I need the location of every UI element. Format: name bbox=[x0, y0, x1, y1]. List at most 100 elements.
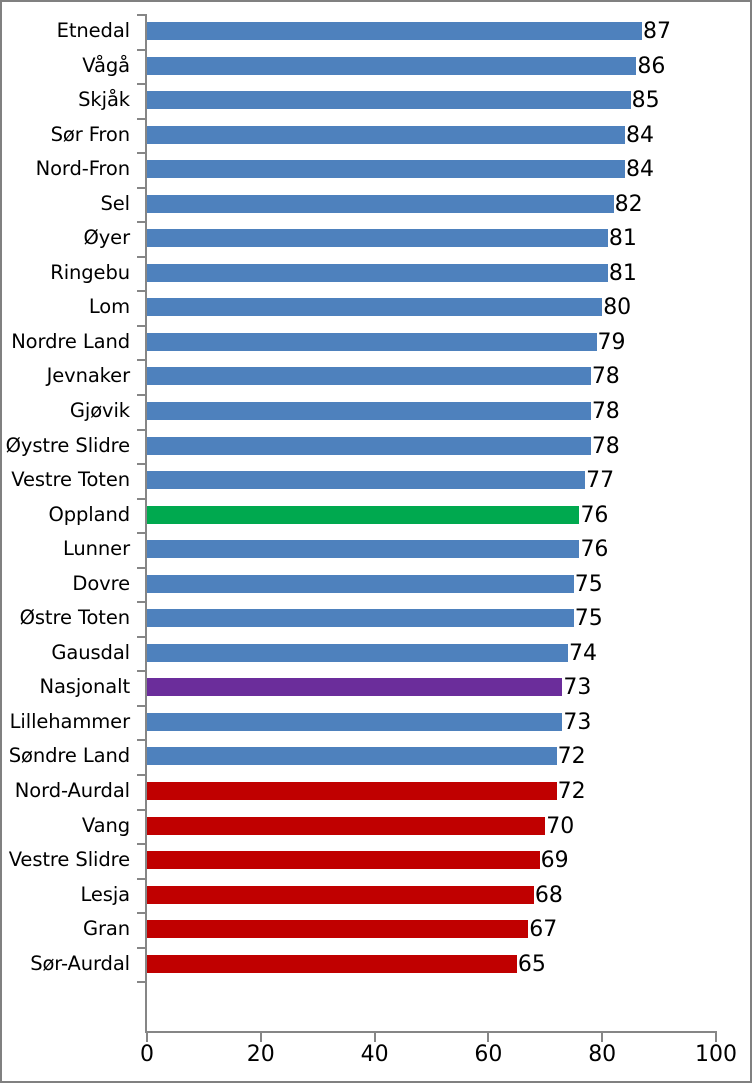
bar[interactable] bbox=[147, 160, 625, 179]
category-label: Vestre Toten bbox=[11, 468, 130, 492]
bar[interactable] bbox=[147, 816, 546, 835]
bar-fill bbox=[147, 885, 534, 904]
category-label: Nasjonalt bbox=[39, 675, 130, 699]
bar-value-label: 76 bbox=[580, 502, 609, 528]
value-axis-labels: 0 20 40 60 80 100 bbox=[2, 1042, 750, 1076]
bar-value-label: 78 bbox=[591, 433, 620, 459]
category-tick bbox=[137, 704, 145, 707]
bar[interactable] bbox=[147, 920, 529, 939]
bar-fill bbox=[147, 402, 591, 421]
bar-value-label: 75 bbox=[574, 606, 603, 632]
bar-fill bbox=[147, 782, 557, 801]
bar-row: Søndre Land 72 bbox=[2, 739, 750, 774]
category-tick bbox=[137, 428, 145, 431]
bar[interactable] bbox=[147, 263, 608, 282]
bar-value-label: 73 bbox=[563, 709, 592, 735]
category-label: Sør Fron bbox=[50, 122, 131, 146]
bar-value-label: 81 bbox=[608, 260, 637, 286]
category-tick bbox=[137, 946, 145, 949]
category-tick bbox=[137, 394, 145, 397]
bar-fill bbox=[147, 471, 586, 490]
bar[interactable] bbox=[147, 782, 557, 801]
bar-fill bbox=[147, 229, 608, 248]
bar[interactable] bbox=[147, 125, 625, 144]
bar-value-label: 85 bbox=[631, 88, 660, 114]
value-axis-tick bbox=[146, 1033, 148, 1042]
bar-row: Oppland 76 bbox=[2, 497, 750, 533]
category-label: Nord-Aurdal bbox=[14, 779, 130, 803]
bar-value-label: 75 bbox=[574, 571, 603, 597]
bar-row: Gran 67 bbox=[2, 912, 750, 947]
bar[interactable] bbox=[147, 402, 591, 421]
bar-fill bbox=[147, 747, 557, 766]
category-tick bbox=[137, 152, 145, 155]
bar[interactable] bbox=[147, 609, 574, 628]
bar[interactable] bbox=[147, 851, 540, 870]
value-axis-tick bbox=[487, 1033, 490, 1042]
bar-row: Sør Fron 84 bbox=[2, 117, 750, 153]
category-tick bbox=[137, 566, 145, 569]
bar-fill bbox=[147, 609, 574, 628]
category-label: Østre Toten bbox=[19, 606, 130, 630]
category-label: Søndre Land bbox=[8, 744, 130, 768]
bar-row: Jevnaker 78 bbox=[2, 359, 750, 394]
bar-value-label: 67 bbox=[529, 917, 558, 943]
category-tick bbox=[137, 83, 145, 86]
value-axis-tick-label: 40 bbox=[360, 1042, 389, 1067]
bar[interactable] bbox=[147, 298, 603, 317]
category-label: Jevnaker bbox=[46, 364, 131, 388]
bar-fill bbox=[147, 643, 569, 662]
plot-area: Etnedal 87 Vågå 86 Skjåk 85 Sør Fron 84 Nord-Fro… bbox=[2, 2, 750, 1081]
bar[interactable] bbox=[147, 56, 637, 75]
bar[interactable] bbox=[147, 712, 563, 731]
bar[interactable] bbox=[147, 367, 591, 386]
bar-rows: Etnedal 87 Vågå 86 Skjåk 85 Sør Fron 84 Nord-Fro… bbox=[2, 14, 750, 1016]
bar[interactable] bbox=[147, 643, 569, 662]
bar[interactable] bbox=[147, 194, 614, 213]
bar-value-label: 77 bbox=[586, 468, 615, 494]
bar-value-label: 78 bbox=[591, 399, 620, 425]
bar[interactable] bbox=[147, 22, 643, 40]
bar[interactable] bbox=[147, 678, 563, 697]
bar-value-label: 73 bbox=[563, 675, 592, 701]
category-tick bbox=[137, 255, 145, 258]
bar-value-label: 84 bbox=[625, 122, 654, 148]
bar-fill bbox=[147, 851, 540, 870]
bar-fill bbox=[147, 263, 608, 282]
value-axis-tick-label: 20 bbox=[246, 1042, 275, 1067]
bar-fill bbox=[147, 298, 603, 317]
value-axis-tick-label: 0 bbox=[140, 1042, 154, 1067]
bar-value-label: 82 bbox=[614, 191, 643, 217]
category-tick bbox=[137, 359, 145, 362]
bar-value-label: 87 bbox=[643, 19, 672, 44]
category-label: Skjåk bbox=[78, 88, 130, 112]
bar-value-label: 79 bbox=[597, 329, 626, 355]
category-tick bbox=[137, 635, 145, 638]
category-tick bbox=[137, 808, 145, 811]
bar[interactable] bbox=[147, 471, 586, 490]
category-label: Lunner bbox=[62, 537, 130, 561]
bar-fill bbox=[147, 816, 546, 835]
bar-value-label: 68 bbox=[534, 882, 563, 908]
bar[interactable] bbox=[147, 332, 597, 351]
category-tick bbox=[137, 670, 145, 673]
bar[interactable] bbox=[147, 747, 557, 766]
bar[interactable] bbox=[147, 540, 580, 559]
bar[interactable] bbox=[147, 229, 608, 248]
category-tick bbox=[137, 739, 145, 742]
bar-row: Ringebu 81 bbox=[2, 255, 750, 291]
bar[interactable] bbox=[147, 954, 517, 973]
category-tick bbox=[137, 324, 145, 327]
bar[interactable] bbox=[147, 574, 574, 593]
bar-row: Vestre Toten 77 bbox=[2, 463, 750, 498]
bar[interactable] bbox=[147, 885, 534, 904]
category-label: Lesja bbox=[80, 882, 130, 906]
bar[interactable] bbox=[147, 505, 580, 524]
bar[interactable] bbox=[147, 91, 631, 110]
value-axis-tick-label: 80 bbox=[588, 1042, 617, 1067]
bar-value-label: 86 bbox=[637, 53, 666, 79]
bar[interactable] bbox=[147, 436, 591, 455]
chart-frame: Etnedal 87 Vågå 86 Skjåk 85 Sør Fron 84 Nord-Fro… bbox=[0, 0, 752, 1083]
category-label: Lom bbox=[88, 295, 130, 319]
bar-row: Vang 70 bbox=[2, 808, 750, 844]
